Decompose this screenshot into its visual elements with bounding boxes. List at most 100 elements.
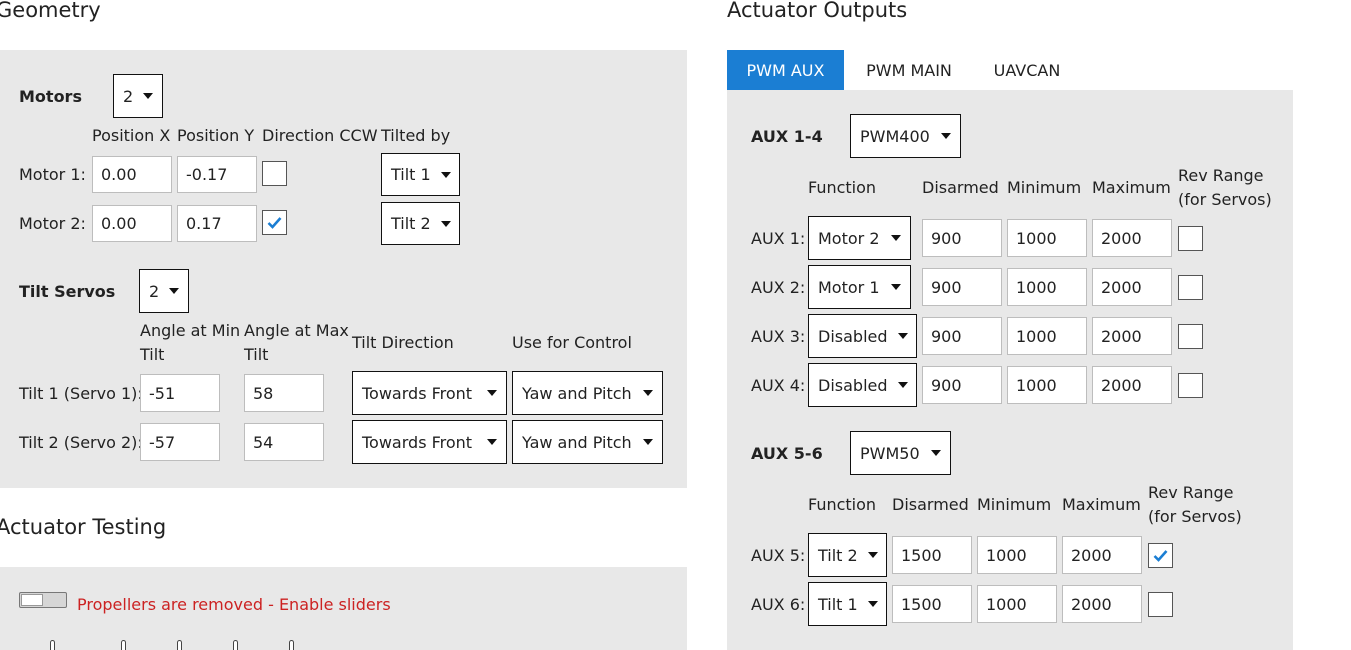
aux-3-rev-range-checkbox[interactable] [1178,324,1203,349]
motor-2-label: Motor 2: [19,214,86,233]
aux-2-rev-range-checkbox[interactable] [1178,275,1203,300]
motor-1-position-y-input[interactable]: -0.17 [177,156,257,193]
motor-1-label: Motor 1: [19,165,86,184]
aux-1-label: AUX 1: [751,229,806,248]
aux-2-minimum-input[interactable]: 1000 [1007,268,1087,306]
aux-2-maximum-input[interactable]: 2000 [1092,268,1172,306]
aux-2-label: AUX 2: [751,278,806,297]
aux-5-6-header-minimum: Minimum [977,495,1052,514]
caret-down-icon [487,439,497,445]
caret-down-icon [440,220,451,227]
header-angle-max-line2: Tilt [244,345,269,364]
aux-6-rev-range-checkbox[interactable] [1148,592,1173,617]
aux-5-6-label: AUX 5-6 [751,444,823,463]
tilt-2-label: Tilt 2 (Servo 2): [19,433,143,452]
aux-4-disarmed-input[interactable]: 900 [922,366,1002,404]
aux-5-disarmed-input[interactable]: 1500 [892,536,972,574]
aux-6-disarmed-input[interactable]: 1500 [892,585,972,623]
tilt-servos-label: Tilt Servos [19,282,116,301]
aux-4-rev-range-checkbox[interactable] [1178,373,1203,398]
tilt-servos-count-dropdown[interactable]: 2 [139,269,189,313]
aux-5-6-header-maximum: Maximum [1062,495,1141,514]
actuator-testing-title: Actuator Testing [0,515,167,539]
caret-down-icon [143,93,154,99]
aux-5-label: AUX 5: [751,546,806,565]
aux-6-label: AUX 6: [751,595,806,614]
tab-uavcan[interactable]: UAVCAN [975,50,1079,90]
caret-down-icon [931,450,941,456]
caret-down-icon [941,133,951,139]
motor-2-ccw-checkbox[interactable] [262,210,287,235]
aux-1-function-dropdown[interactable]: Motor 2 [808,216,911,260]
aux-3-disarmed-input[interactable]: 900 [922,317,1002,355]
header-position-x: Position X [92,126,171,145]
motor-1-position-x-input[interactable]: 0.00 [92,156,172,193]
aux-1-maximum-input[interactable]: 2000 [1092,219,1172,257]
aux-3-function-dropdown[interactable]: Disabled [808,314,917,358]
caret-down-icon [643,390,653,396]
aux-6-function-dropdown[interactable]: Tilt 1 [808,582,887,626]
aux-5-6-rate-dropdown[interactable]: PWM50 [850,431,951,475]
aux-4-function-dropdown[interactable]: Disabled [808,363,917,407]
slider-handle-5[interactable] [289,640,294,650]
aux-4-minimum-input[interactable]: 1000 [1007,366,1087,404]
header-tilt-direction: Tilt Direction [352,333,454,352]
slider-handle-2[interactable] [121,640,126,650]
motor-1-tilted-by-dropdown[interactable]: Tilt 1 [381,153,460,196]
aux-3-minimum-input[interactable]: 1000 [1007,317,1087,355]
aux-3-maximum-input[interactable]: 2000 [1092,317,1172,355]
tilt-2-use-for-control-dropdown[interactable]: Yaw and Pitch [512,420,663,464]
tilt-2-direction-dropdown[interactable]: Towards Front [352,420,507,464]
header-angle-max: Angle at Max [244,321,349,340]
aux-1-4-rate-dropdown[interactable]: PWM400 [850,114,961,158]
motor-2-position-x-input[interactable]: 0.00 [92,205,172,242]
tilt-1-angle-min-input[interactable]: -51 [140,374,220,412]
slider-handle-3[interactable] [177,640,182,650]
aux-5-rev-range-checkbox[interactable] [1148,543,1173,568]
aux-1-minimum-input[interactable]: 1000 [1007,219,1087,257]
tilt-2-angle-min-input[interactable]: -57 [140,423,220,461]
aux-6-minimum-input[interactable]: 1000 [977,585,1057,623]
tilt-2-angle-max-input[interactable]: 54 [244,423,324,461]
tilt-servos-count-value: 2 [149,281,160,301]
aux-5-function-dropdown[interactable]: Tilt 2 [808,533,887,577]
header-use-for-control: Use for Control [512,333,632,352]
actuator-outputs-title: Actuator Outputs [727,0,908,22]
aux-4-label: AUX 4: [751,376,806,395]
aux-6-maximum-input[interactable]: 2000 [1062,585,1142,623]
aux-1-4-header-maximum: Maximum [1092,178,1171,197]
aux-1-rev-range-checkbox[interactable] [1178,226,1203,251]
aux-1-disarmed-input[interactable]: 900 [922,219,1002,257]
aux-1-4-label: AUX 1-4 [751,127,823,146]
aux-2-function-dropdown[interactable]: Motor 1 [808,265,911,309]
aux-1-function-value: Motor 2 [818,228,880,248]
tilt-1-label: Tilt 1 (Servo 1): [19,384,143,403]
motor-1-ccw-checkbox[interactable] [262,161,287,186]
motor-2-position-y-input[interactable]: 0.17 [177,205,257,242]
slider-handle-4[interactable] [233,640,238,650]
tilt-1-angle-max-input[interactable]: 58 [244,374,324,412]
motor-2-tilted-by-value: Tilt 2 [391,214,431,233]
tilt-1-use-for-control-dropdown[interactable]: Yaw and Pitch [512,371,663,415]
caret-down-icon [169,288,180,294]
header-direction-ccw: Direction CCW [262,126,378,145]
aux-5-minimum-input[interactable]: 1000 [977,536,1057,574]
tab-pwm-aux[interactable]: PWM AUX [727,50,844,90]
header-angle-min-line2: Tilt [140,345,165,364]
aux-2-disarmed-input[interactable]: 900 [922,268,1002,306]
toggle-knob [21,594,43,606]
motor-2-tilted-by-dropdown[interactable]: Tilt 2 [381,202,460,245]
aux-3-label: AUX 3: [751,327,806,346]
tilt-2-direction-value: Towards Front [362,432,473,452]
motors-count-dropdown[interactable]: 2 [113,74,163,118]
aux-5-6-header-rev-range: Rev Range [1148,483,1234,502]
enable-sliders-toggle[interactable] [19,592,67,608]
aux-4-maximum-input[interactable]: 2000 [1092,366,1172,404]
header-position-y: Position Y [177,126,255,145]
tilt-1-direction-dropdown[interactable]: Towards Front [352,371,507,415]
header-tilted-by: Tilted by [381,126,451,145]
slider-handle-1[interactable] [50,640,55,650]
checkmark-icon [267,217,282,229]
aux-5-maximum-input[interactable]: 2000 [1062,536,1142,574]
tab-pwm-main[interactable]: PWM MAIN [847,50,971,90]
